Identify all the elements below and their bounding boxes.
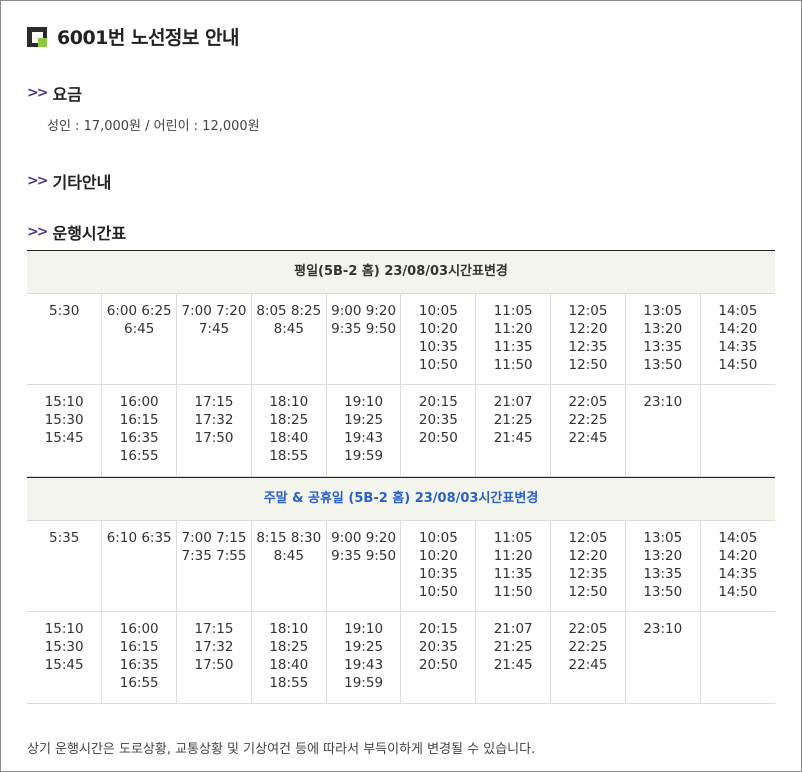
time-cell: 11:05 11:20 11:35 11:50 bbox=[475, 293, 552, 385]
table-row: 15:10 15:30 15:45 16:00 16:15 16:35 16:5… bbox=[27, 384, 775, 477]
logo-icon bbox=[27, 26, 47, 47]
time-cell: 23:10 bbox=[625, 384, 701, 477]
table-row: 5:30 6:00 6:25 6:45 7:00 7:20 7:45 8:05 … bbox=[27, 293, 775, 385]
time-cell: 9:00 9:20 9:35 9:50 bbox=[326, 520, 402, 612]
time-cell: 17:15 17:32 17:50 bbox=[176, 384, 252, 477]
time-cell: 8:15 8:30 8:45 bbox=[251, 520, 327, 612]
section-fare: >> 요금 bbox=[27, 81, 82, 105]
time-cell: 6:10 6:35 bbox=[101, 520, 178, 612]
section-schedule: >> 운행시간표 bbox=[27, 220, 126, 244]
time-cell bbox=[700, 384, 775, 477]
time-cell: 18:10 18:25 18:40 18:55 bbox=[251, 384, 327, 477]
time-cell: 16:00 16:15 16:35 16:55 bbox=[101, 384, 178, 477]
time-cell: 20:15 20:35 20:50 bbox=[400, 611, 477, 704]
weekend-header: 주말 & 공휴일 (5B-2 홈) 23/08/03시간표변경 bbox=[27, 477, 775, 521]
double-chevron-icon: >> bbox=[27, 85, 49, 101]
time-cell: 20:15 20:35 20:50 bbox=[400, 384, 477, 477]
time-cell: 23:10 bbox=[625, 611, 701, 704]
weekend-timetable: 주말 & 공휴일 (5B-2 홈) 23/08/03시간표변경 5:35 6:1… bbox=[27, 477, 775, 704]
section-title-etc: 기타안내 bbox=[52, 173, 112, 192]
page-title: 6001번 노선정보 안내 bbox=[57, 27, 239, 49]
time-cell: 10:05 10:20 10:35 10:50 bbox=[400, 293, 477, 385]
time-cell: 22:05 22:25 22:45 bbox=[550, 611, 626, 704]
time-cell: 10:05 10:20 10:35 10:50 bbox=[400, 520, 477, 612]
time-cell: 22:05 22:25 22:45 bbox=[550, 384, 626, 477]
time-cell: 7:00 7:15 7:35 7:55 bbox=[176, 520, 252, 612]
time-cell: 8:05 8:25 8:45 bbox=[251, 293, 327, 385]
time-cell: 13:05 13:20 13:35 13:50 bbox=[625, 520, 701, 612]
time-cell: 11:05 11:20 11:35 11:50 bbox=[475, 520, 552, 612]
section-etc: >> 기타안내 bbox=[27, 169, 111, 193]
time-cell: 12:05 12:20 12:35 12:50 bbox=[550, 293, 626, 385]
time-cell: 5:35 bbox=[27, 520, 103, 612]
table-row: 15:10 15:30 15:45 16:00 16:15 16:35 16:5… bbox=[27, 611, 775, 704]
time-cell: 12:05 12:20 12:35 12:50 bbox=[550, 520, 626, 612]
section-title-fare: 요금 bbox=[52, 85, 82, 104]
time-cell: 19:10 19:25 19:43 19:59 bbox=[326, 611, 402, 704]
time-cell: 13:05 13:20 13:35 13:50 bbox=[625, 293, 701, 385]
section-title-schedule: 운행시간표 bbox=[52, 224, 127, 243]
time-cell: 17:15 17:32 17:50 bbox=[176, 611, 252, 704]
title-row: 6001번 노선정보 안내 bbox=[27, 23, 239, 50]
time-cell: 21:07 21:25 21:45 bbox=[475, 384, 552, 477]
table-row: 5:35 6:10 6:35 7:00 7:15 7:35 7:55 8:15 … bbox=[27, 520, 775, 612]
time-cell: 19:10 19:25 19:43 19:59 bbox=[326, 384, 402, 477]
time-cell: 21:07 21:25 21:45 bbox=[475, 611, 552, 704]
weekday-timetable: 평일(5B-2 홈) 23/08/03시간표변경 5:30 6:00 6:25 … bbox=[27, 250, 775, 477]
weekday-header: 평일(5B-2 홈) 23/08/03시간표변경 bbox=[27, 250, 775, 294]
time-cell: 18:10 18:25 18:40 18:55 bbox=[251, 611, 327, 704]
time-cell: 14:05 14:20 14:35 14:50 bbox=[700, 293, 775, 385]
time-cell: 9:00 9:20 9:35 9:50 bbox=[326, 293, 402, 385]
time-cell bbox=[700, 611, 775, 704]
route-info-panel: 6001번 노선정보 안내 >> 요금 성인 : 17,000원 / 어린이 :… bbox=[0, 0, 802, 772]
time-cell: 7:00 7:20 7:45 bbox=[176, 293, 252, 385]
time-cell: 14:05 14:20 14:35 14:50 bbox=[700, 520, 775, 612]
time-cell: 5:30 bbox=[27, 293, 103, 385]
time-cell: 15:10 15:30 15:45 bbox=[27, 611, 103, 704]
double-chevron-icon: >> bbox=[27, 173, 49, 189]
double-chevron-icon: >> bbox=[27, 224, 49, 240]
time-cell: 16:00 16:15 16:35 16:55 bbox=[101, 611, 178, 704]
schedule-note: 상기 운행시간은 도로상황, 교통상황 및 기상여건 등에 따라서 부득이하게 … bbox=[27, 742, 536, 757]
time-cell: 15:10 15:30 15:45 bbox=[27, 384, 103, 477]
time-cell: 6:00 6:25 6:45 bbox=[101, 293, 178, 385]
fare-text: 성인 : 17,000원 / 어린이 : 12,000원 bbox=[47, 119, 260, 134]
